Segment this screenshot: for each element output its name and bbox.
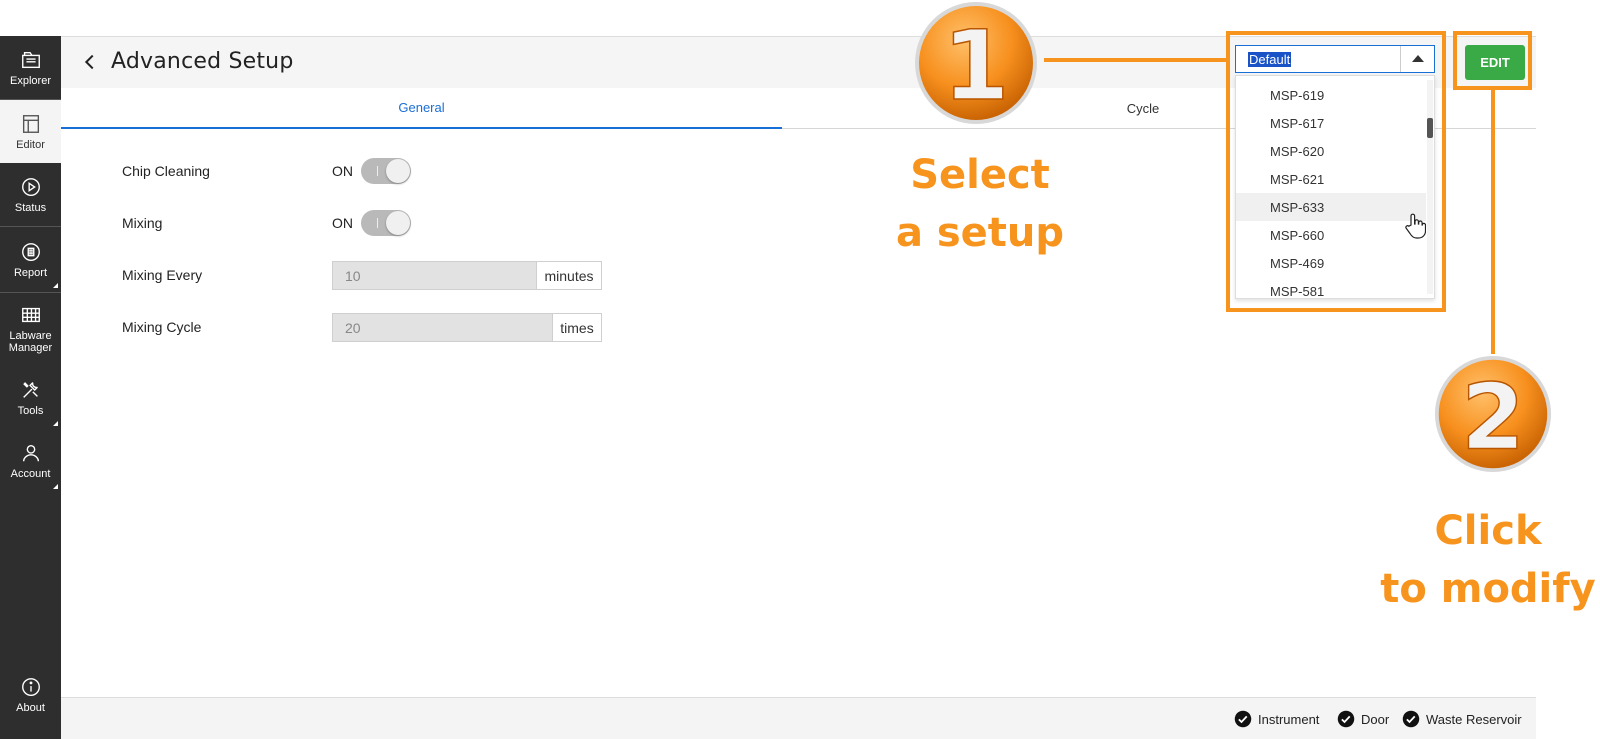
mixing-label: Mixing — [122, 215, 163, 231]
sidebar-item-label: Editor — [16, 138, 45, 151]
step-two-badge: 2 — [1434, 355, 1552, 473]
mixing-cycle-field[interactable]: 20 times — [332, 313, 602, 342]
mixing-every-label: Mixing Every — [122, 267, 203, 283]
annotation-connector-2 — [1491, 90, 1495, 354]
annotation-line: Click — [1434, 508, 1542, 554]
chip-cleaning-toggle[interactable] — [361, 158, 411, 184]
mixing-cycle-label: Mixing Cycle — [122, 319, 202, 335]
annotation-text-select: Select a setup — [860, 146, 1100, 262]
sidebar-item-label: Explorer — [10, 74, 51, 87]
sidebar-item-account[interactable]: Account — [0, 429, 61, 492]
sidebar-item-label: Labware — [9, 330, 52, 342]
sidebar-item-status[interactable]: Status — [0, 163, 61, 226]
status-bar: Instrument Door Waste Reservoir — [61, 697, 1536, 739]
check-circle-icon — [1234, 710, 1252, 728]
explorer-icon — [21, 51, 40, 68]
editor-icon — [22, 114, 39, 133]
sidebar-item-label: Tools — [17, 404, 44, 417]
sidebar-item-labware-manager[interactable]: Labware Manager — [0, 294, 61, 364]
page-title: Advanced Setup — [111, 49, 294, 74]
sidebar-item-tools[interactable]: Tools — [0, 366, 61, 429]
play-circle-icon — [21, 177, 40, 196]
info-icon — [21, 677, 40, 696]
annotation-text-edit: Click to modify — [1378, 502, 1598, 618]
status-instrument: Instrument — [1234, 710, 1319, 728]
sidebar-item-label: Manager — [8, 342, 53, 354]
divider — [0, 226, 61, 227]
annotation-line: a setup — [895, 210, 1065, 256]
sidebar: Explorer Editor Status Report Labware Ma… — [0, 36, 61, 739]
annotation-highlight-edit — [1453, 31, 1532, 90]
status-door: Door — [1337, 710, 1389, 728]
step-two-number: 2 — [1461, 363, 1525, 470]
status-label: Door — [1361, 711, 1390, 727]
sidebar-item-label: Report — [13, 266, 48, 279]
sidebar-item-explorer[interactable]: Explorer — [0, 36, 61, 99]
mixing-every-field[interactable]: 10 minutes — [332, 261, 602, 290]
status-label: Waste Reservoir — [1426, 711, 1522, 727]
mixing-every-input[interactable]: 10 — [333, 262, 537, 289]
tools-icon — [22, 381, 38, 398]
check-circle-icon — [1402, 710, 1420, 728]
sidebar-item-report[interactable]: Report — [0, 228, 61, 291]
mixing-every-unit: minutes — [537, 262, 601, 289]
clipboard-icon — [21, 242, 40, 261]
sidebar-item-label: Status — [14, 201, 47, 214]
submenu-indicator-icon — [53, 484, 58, 489]
check-circle-icon — [1337, 710, 1355, 728]
mixing-state: ON — [332, 215, 353, 231]
submenu-indicator-icon — [53, 421, 58, 426]
status-label: Instrument — [1258, 711, 1320, 727]
sidebar-item-about[interactable]: About — [0, 663, 61, 726]
chip-cleaning-label: Chip Cleaning — [122, 163, 210, 179]
tab-general[interactable]: General — [61, 88, 782, 129]
annotation-line: Select — [910, 152, 1050, 198]
chevron-left-icon[interactable] — [79, 51, 101, 73]
step-one-badge: 1 — [915, 2, 1037, 124]
mixing-toggle[interactable] — [361, 210, 411, 236]
status-waste-reservoir: Waste Reservoir — [1402, 710, 1522, 728]
chip-cleaning-state: ON — [332, 163, 353, 179]
sidebar-item-label: Account — [10, 467, 51, 480]
user-icon — [22, 444, 39, 461]
annotation-line: to modify — [1380, 566, 1596, 612]
sidebar-item-editor[interactable]: Editor — [0, 100, 61, 163]
submenu-indicator-icon — [53, 283, 58, 288]
mixing-cycle-input[interactable]: 20 — [333, 314, 553, 341]
grid-icon — [21, 307, 40, 323]
mixing-cycle-unit: times — [553, 314, 601, 341]
divider — [0, 292, 61, 293]
step-one-number: 1 — [943, 10, 1010, 122]
sidebar-item-label: About — [16, 701, 45, 714]
annotation-highlight-select — [1226, 31, 1446, 312]
annotation-connector-1 — [1044, 58, 1230, 62]
